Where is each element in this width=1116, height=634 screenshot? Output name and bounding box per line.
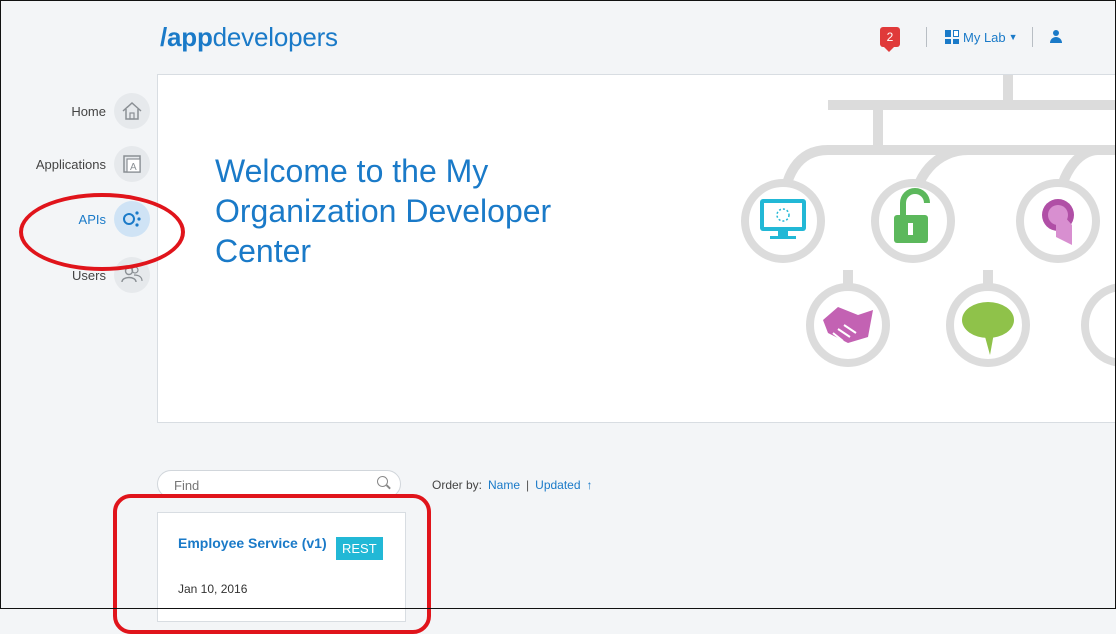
order-by-name-link[interactable]: Name bbox=[488, 478, 520, 492]
caret-down-icon: ▼ bbox=[1008, 32, 1018, 42]
home-icon bbox=[114, 93, 150, 129]
logo-slash: / bbox=[160, 22, 168, 52]
hero-illustration bbox=[741, 75, 1116, 367]
divider bbox=[1031, 27, 1033, 47]
logo-text: developers bbox=[212, 22, 338, 52]
my-lab-label: My Lab bbox=[963, 29, 1006, 45]
highlight-apis-oval bbox=[19, 193, 185, 271]
header-actions: 2 My Lab ▼ bbox=[880, 22, 1063, 52]
grid-icon bbox=[945, 30, 959, 44]
sidebar-item-applications[interactable]: Applications A bbox=[36, 146, 150, 182]
order-by-updated-link[interactable]: Updated bbox=[535, 478, 580, 492]
user-menu-icon[interactable] bbox=[1049, 29, 1063, 45]
order-separator: | bbox=[526, 478, 530, 492]
hero-banner: Welcome to the My Organization Developer… bbox=[157, 74, 1116, 423]
highlight-card-rect bbox=[113, 494, 431, 634]
notification-badge[interactable]: 2 bbox=[880, 27, 900, 52]
search-icon[interactable] bbox=[377, 476, 388, 487]
sidebar-item-label: Home bbox=[71, 103, 106, 119]
my-lab-menu[interactable]: My Lab ▼ bbox=[945, 30, 1018, 45]
search-input[interactable] bbox=[172, 477, 366, 494]
divider bbox=[926, 27, 927, 47]
page-title: Welcome to the My Organization Developer… bbox=[215, 153, 552, 269]
svg-text:A: A bbox=[130, 162, 137, 173]
sidebar-item-label: Applications bbox=[35, 156, 106, 172]
app-logo[interactable]: /appdevelopers bbox=[160, 22, 338, 53]
applications-icon: A bbox=[114, 146, 150, 182]
sidebar-item-home[interactable]: Home bbox=[71, 93, 150, 129]
sort-ascending-icon[interactable]: ↑ bbox=[587, 478, 593, 492]
logo-bold: app bbox=[167, 22, 213, 52]
order-label: Order by: bbox=[432, 478, 483, 492]
order-by-bar: Order by: Name | Updated ↑ bbox=[432, 478, 593, 492]
